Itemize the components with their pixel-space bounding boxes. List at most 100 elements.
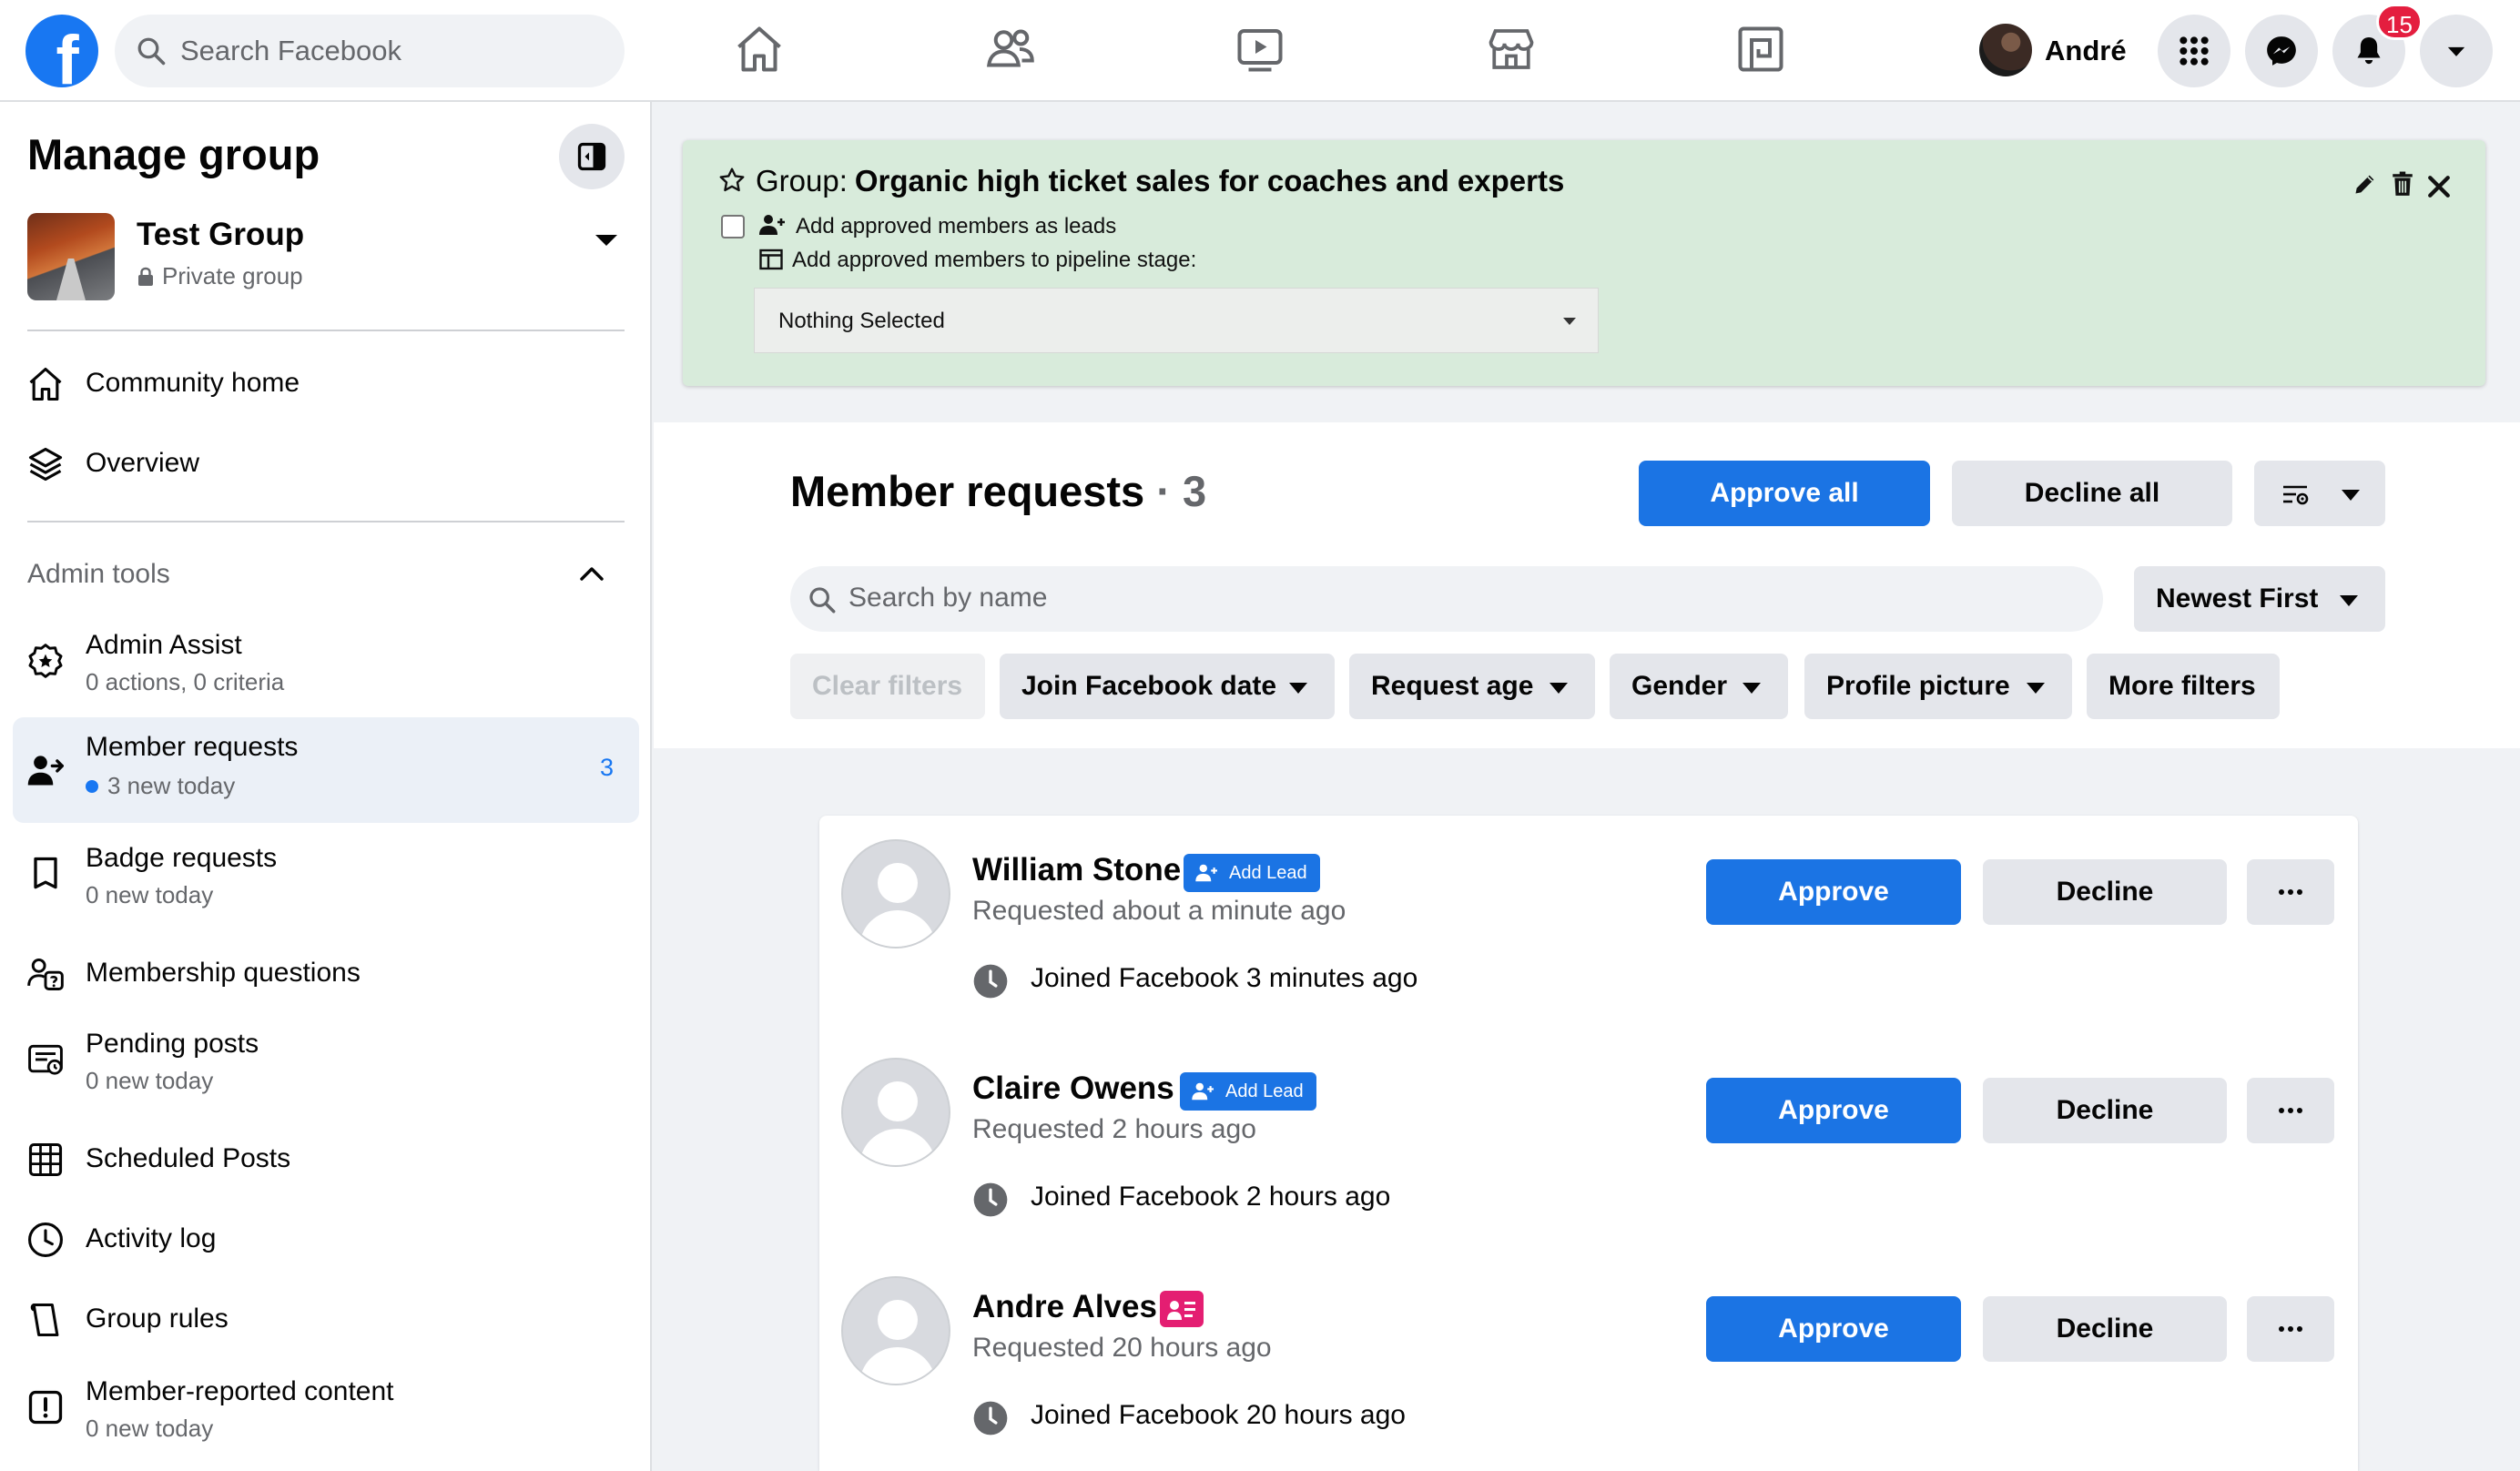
sidebar-item-sublabel: 0 new today — [86, 1415, 214, 1442]
approve-all-button[interactable]: Approve all — [1639, 461, 1930, 526]
pipeline-stage-text: Add approved members to pipeline stage: — [792, 248, 1197, 272]
sidebar-item-label: Community home — [86, 368, 300, 398]
member-request-row: Claire Owens Add Lead Requested 2 hours … — [819, 1034, 2358, 1253]
sidebar-item-scheduled-posts[interactable]: Scheduled Posts — [13, 1121, 639, 1198]
profile-picture-filter[interactable]: Profile picture — [1804, 654, 2072, 719]
more-filters-button[interactable]: More filters — [2087, 654, 2280, 719]
star-icon[interactable] — [717, 166, 747, 195]
gender-filter[interactable]: Gender — [1610, 654, 1788, 719]
member-name[interactable]: Andre Alves — [972, 1289, 1157, 1325]
join-facebook-date-filter[interactable]: Join Facebook date — [1000, 654, 1335, 719]
approve-button[interactable]: Approve — [1706, 859, 1961, 925]
friends-icon[interactable] — [983, 22, 1038, 76]
group-switcher-caret-icon[interactable] — [594, 231, 619, 249]
member-request-list: William Stone Add Lead Requested about a… — [819, 816, 2358, 1471]
sidebar-item-activity-log[interactable]: Activity log — [13, 1202, 639, 1278]
clear-filters-button[interactable]: Clear filters — [790, 654, 985, 719]
filter-label: Gender — [1631, 671, 1728, 701]
sidebar-item-label: Scheduled Posts — [86, 1143, 291, 1173]
home-icon[interactable] — [732, 22, 787, 76]
member-avatar[interactable] — [841, 1058, 950, 1167]
user-name: André — [2045, 35, 2127, 66]
pipeline-stage-select[interactable]: Nothing Selected — [754, 288, 1599, 353]
sidebar-item-label: Member-reported content — [86, 1376, 394, 1406]
group-cover-thumbnail[interactable] — [27, 213, 115, 300]
request-age-filter[interactable]: Request age — [1349, 654, 1595, 719]
member-name[interactable]: William Stone — [972, 852, 1181, 888]
clock-icon — [973, 964, 1008, 999]
gaming-icon[interactable] — [1733, 22, 1788, 76]
contact-card-icon — [1167, 1301, 1195, 1320]
add-as-leads-text: Add approved members as leads — [796, 214, 1117, 238]
sidebar-item-label: Badge requests — [86, 843, 278, 873]
more-options-button[interactable] — [2247, 859, 2334, 925]
decline-button[interactable]: Decline — [1983, 859, 2227, 925]
badge-icon — [34, 857, 57, 889]
member-name[interactable]: Claire Owens — [972, 1070, 1174, 1107]
rules-icon — [30, 1303, 59, 1337]
search-icon — [809, 587, 836, 614]
add-lead-button[interactable]: Add Lead — [1184, 854, 1320, 892]
account-menu-button[interactable] — [2420, 15, 2493, 87]
close-icon[interactable] — [2427, 175, 2451, 198]
more-options-button[interactable] — [2247, 1296, 2334, 1362]
sort-dropdown[interactable]: Newest First — [2134, 566, 2385, 632]
request-time: Requested 2 hours ago — [972, 1114, 1256, 1144]
sidebar-item-member-requests[interactable]: Member requests 3 new today 3 — [13, 717, 639, 823]
add-lead-button[interactable]: Add Lead — [1180, 1072, 1316, 1111]
sidebar-item-sublabel: 0 actions, 0 criteria — [86, 668, 285, 695]
member-avatar[interactable] — [841, 839, 950, 949]
decline-button[interactable]: Decline — [1983, 1078, 2227, 1143]
sidebar-item-admin-assist[interactable]: Admin Assist 0 actions, 0 criteria — [13, 623, 639, 699]
admin-assist-icon — [28, 644, 63, 678]
sidebar-item-sublabel-text: 3 new today — [107, 772, 236, 799]
chevron-up-icon[interactable] — [579, 564, 605, 583]
member-requests-icon — [27, 756, 64, 786]
trash-icon[interactable] — [2391, 171, 2414, 197]
sidebar-item-group-rules[interactable]: Group rules — [13, 1282, 639, 1358]
new-indicator-dot — [86, 780, 98, 793]
sidebar-toggle-icon — [577, 142, 606, 171]
sidebar-item-membership-questions[interactable]: Membership questions — [13, 936, 639, 1012]
approve-button[interactable]: Approve — [1706, 1296, 1961, 1362]
menu-button[interactable] — [2158, 15, 2230, 87]
decline-all-button[interactable]: Decline all — [1952, 461, 2232, 526]
decline-button[interactable]: Decline — [1983, 1296, 2227, 1362]
collapse-sidebar-button[interactable] — [559, 124, 625, 189]
caret-down-icon — [1289, 683, 1307, 694]
sidebar-item-count: 3 — [599, 754, 614, 781]
pencil-icon[interactable] — [2352, 171, 2378, 197]
bulk-settings-button[interactable] — [2254, 461, 2385, 526]
settings-list-icon — [2283, 485, 2309, 505]
add-as-leads-checkbox[interactable] — [721, 215, 745, 238]
add-lead-label: Add Lead — [1229, 863, 1307, 883]
home-icon — [29, 367, 62, 401]
sidebar-item-label: Activity log — [86, 1223, 217, 1253]
more-dots-icon — [2279, 1108, 2302, 1113]
search-placeholder: Search Facebook — [180, 35, 401, 66]
member-avatar[interactable] — [841, 1276, 950, 1385]
member-search-input[interactable]: Search by name — [790, 566, 2103, 632]
sidebar-item-member-reported-content[interactable]: Member-reported content 0 new today — [13, 1369, 639, 1446]
messenger-button[interactable] — [2245, 15, 2318, 87]
sort-value: Newest First — [2156, 583, 2319, 614]
marketplace-icon[interactable] — [1484, 22, 1539, 76]
sidebar-item-community-home[interactable]: Community home — [13, 346, 639, 422]
more-options-button[interactable] — [2247, 1078, 2334, 1143]
search-icon — [137, 37, 166, 66]
caret-down-icon — [2027, 683, 2045, 694]
facebook-search-input[interactable]: Search Facebook — [115, 15, 625, 87]
lead-card-icon[interactable] — [1160, 1291, 1204, 1327]
membership-questions-icon — [27, 958, 64, 990]
sidebar-item-badge-requests[interactable]: Badge requests 0 new today — [13, 836, 639, 912]
watch-icon[interactable] — [1233, 22, 1287, 76]
member-request-row: William Stone Add Lead Requested about a… — [819, 816, 2358, 1034]
approve-button[interactable]: Approve — [1706, 1078, 1961, 1143]
bell-icon — [2357, 37, 2381, 65]
facebook-logo[interactable]: f — [25, 15, 98, 87]
sidebar-item-pending-posts[interactable]: Pending posts 0 new today — [13, 1021, 639, 1098]
layers-icon — [28, 447, 63, 482]
member-request-row: Andre Alves Requested 20 hours ago Joine… — [819, 1253, 2358, 1471]
sidebar-item-overview[interactable]: Overview — [13, 426, 639, 502]
group-name[interactable]: Test Group — [137, 217, 304, 253]
